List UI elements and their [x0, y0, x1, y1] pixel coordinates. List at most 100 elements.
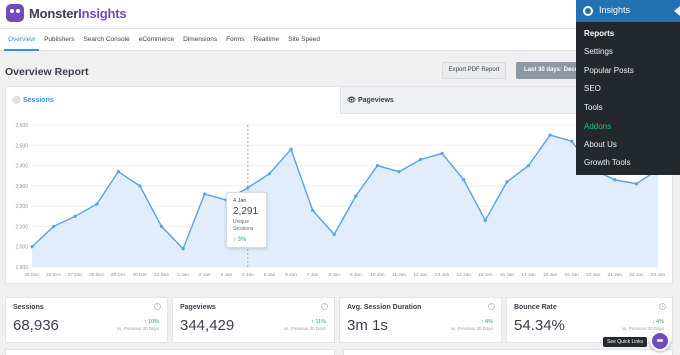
x-tick-label: 13 Jan — [435, 272, 450, 278]
page-title: Overview Report — [5, 66, 89, 78]
info-icon[interactable]: i — [488, 303, 495, 310]
tab-dimensions[interactable]: Dimensions — [179, 29, 221, 51]
info-icon[interactable]: i — [659, 303, 666, 310]
tab-realtime[interactable]: Realtime — [250, 29, 284, 51]
tab-overview[interactable]: Overview — [4, 29, 40, 51]
x-tick-label: 19 Jan — [564, 272, 579, 278]
y-tick-label: 2,000 — [15, 245, 28, 251]
stat-comparison: vs. Previous 30 Days — [116, 326, 159, 331]
tooltip-value: 2,291 — [233, 206, 259, 217]
stat-label: Bounce Rate — [514, 304, 557, 311]
stat-change-value: 11% — [315, 319, 326, 325]
x-tick-label: 3 Jan — [220, 272, 232, 278]
y-tick-label: 2,600 — [15, 123, 28, 129]
x-tick-label: 18 Jan — [543, 272, 558, 278]
data-point — [354, 194, 358, 198]
stat-card-bounce-rate: Bounce Rate i 54.34% ↓ 4% vs. Previous 3… — [506, 297, 673, 343]
next-panel-edge — [5, 349, 335, 355]
menu-item-settings[interactable]: Settings — [584, 47, 613, 56]
x-tick-label: 14 Jan — [457, 272, 472, 278]
data-point — [548, 133, 552, 137]
menu-header-label: Insights — [599, 5, 631, 15]
overview-chart-panel: ⚪ Sessions 👁 Pageviews 1,900 2,000 2,100 2,… — [5, 86, 673, 284]
x-tick-label: 31 Dec — [154, 272, 170, 278]
menu-item-addons[interactable]: Addons — [584, 122, 611, 131]
x-tick-label: 5 Jan — [264, 272, 276, 278]
stat-value: 54.34% — [514, 317, 565, 334]
tab-ecommerce[interactable]: eCommerce — [135, 29, 178, 51]
stat-change: ↑ 11% — [311, 319, 326, 325]
tab-sessions[interactable]: ⚪ Sessions — [6, 87, 340, 114]
stat-label: Sessions — [13, 304, 44, 311]
data-point — [311, 208, 315, 212]
stat-value: 68,936 — [13, 317, 59, 334]
x-tick-label: 4 Jan — [242, 272, 254, 278]
x-tick-label: 20 Jan — [586, 272, 601, 278]
data-point — [332, 232, 336, 237]
stat-comparison: vs. Previous 30 Days — [283, 326, 326, 331]
menu-item-about-us[interactable]: About Us — [584, 140, 617, 149]
data-point — [246, 186, 250, 190]
x-tick-label: 15 Jan — [478, 272, 493, 278]
tooltip-change: ↑ 3% — [233, 237, 246, 243]
arrow-up-icon: ↑ — [311, 319, 314, 325]
x-tick-label: 1 Jan — [177, 272, 189, 278]
stat-card-avg-session-duration: Avg. Session Duration i 3m 1s ↑ 4% vs. P… — [339, 297, 502, 343]
brand-name: MonsterInsights — [29, 5, 127, 21]
x-tick-label: 16 Jan — [500, 272, 515, 278]
data-point — [181, 247, 185, 251]
x-tick-label: 9 Jan — [350, 272, 362, 278]
data-point — [483, 218, 487, 222]
stat-change-value: 4% — [656, 319, 664, 325]
data-point — [375, 163, 379, 168]
info-icon[interactable]: i — [321, 303, 328, 310]
info-icon[interactable]: i — [154, 303, 161, 310]
x-tick-label: 12 Jan — [413, 272, 428, 278]
data-point — [289, 147, 293, 151]
menu-item-seo[interactable]: SEO — [584, 84, 601, 93]
tooltip-change-value: 3% — [237, 237, 247, 243]
x-tick-label: 28 Dec — [89, 272, 105, 278]
tooltip-label: Unique Sessions — [233, 219, 254, 232]
monster-icon — [6, 4, 24, 22]
arrow-up-icon: ↑ — [143, 319, 147, 325]
chart-tooltip: 4 Jan 2,291 Unique Sessions ↑ 3% — [226, 192, 267, 248]
stat-change-value: 10% — [147, 319, 159, 325]
menu-item-popular-posts[interactable]: Popular Posts — [584, 66, 634, 75]
tab-site-speed[interactable]: Site Speed — [284, 29, 324, 51]
stat-value: 344,429 — [180, 317, 235, 334]
stat-card-sessions: Sessions i 68,936 ↑ 10% vs. Previous 30 … — [5, 297, 168, 343]
data-point — [116, 170, 120, 174]
data-point — [418, 157, 423, 162]
sessions-line-chart: 1,900 2,000 2,100 2,200 2,300 2,400 2,500 2,600… — [15, 123, 665, 278]
tab-forms[interactable]: Forms — [222, 29, 248, 51]
y-tick-label: 2,400 — [15, 164, 28, 170]
arrow-up-icon: ↑ — [480, 319, 484, 325]
menu-item-reports[interactable]: Reports — [584, 29, 614, 38]
x-tick-label: 26 Dec — [46, 272, 62, 278]
x-tick-label: 30 Dec — [132, 272, 148, 278]
insights-icon — [583, 6, 593, 16]
data-point — [73, 214, 77, 218]
quick-links-label: See Quick Links — [603, 337, 648, 347]
data-point — [613, 178, 617, 182]
menu-header-insights[interactable]: Insights — [576, 0, 680, 22]
data-point — [51, 224, 56, 229]
stat-change: ↑ 10% — [144, 319, 159, 325]
data-point — [95, 202, 99, 206]
stat-label: Avg. Session Duration — [347, 304, 422, 311]
menu-item-growth-tools[interactable]: Growth Tools — [584, 158, 631, 167]
monsterinsights-logo[interactable]: MonsterInsights — [6, 4, 127, 22]
user-icon: ⚪ — [12, 97, 21, 104]
arrow-up-icon: ↑ — [233, 237, 236, 243]
tab-publishers[interactable]: Publishers — [40, 29, 78, 51]
export-pdf-button[interactable]: Export PDF Report — [442, 62, 506, 79]
stat-value: 3m 1s — [347, 317, 388, 334]
stat-comparison: vs. Previous 30 Days — [450, 326, 493, 331]
eye-icon: 👁 — [347, 97, 356, 104]
stat-change: ↓ 4% — [652, 319, 664, 325]
pageviews-tab-label: Pageviews — [358, 97, 394, 104]
quick-links-button[interactable] — [650, 331, 670, 351]
tab-search-console[interactable]: Search Console — [79, 29, 133, 51]
menu-item-tools[interactable]: Tools — [584, 103, 603, 112]
